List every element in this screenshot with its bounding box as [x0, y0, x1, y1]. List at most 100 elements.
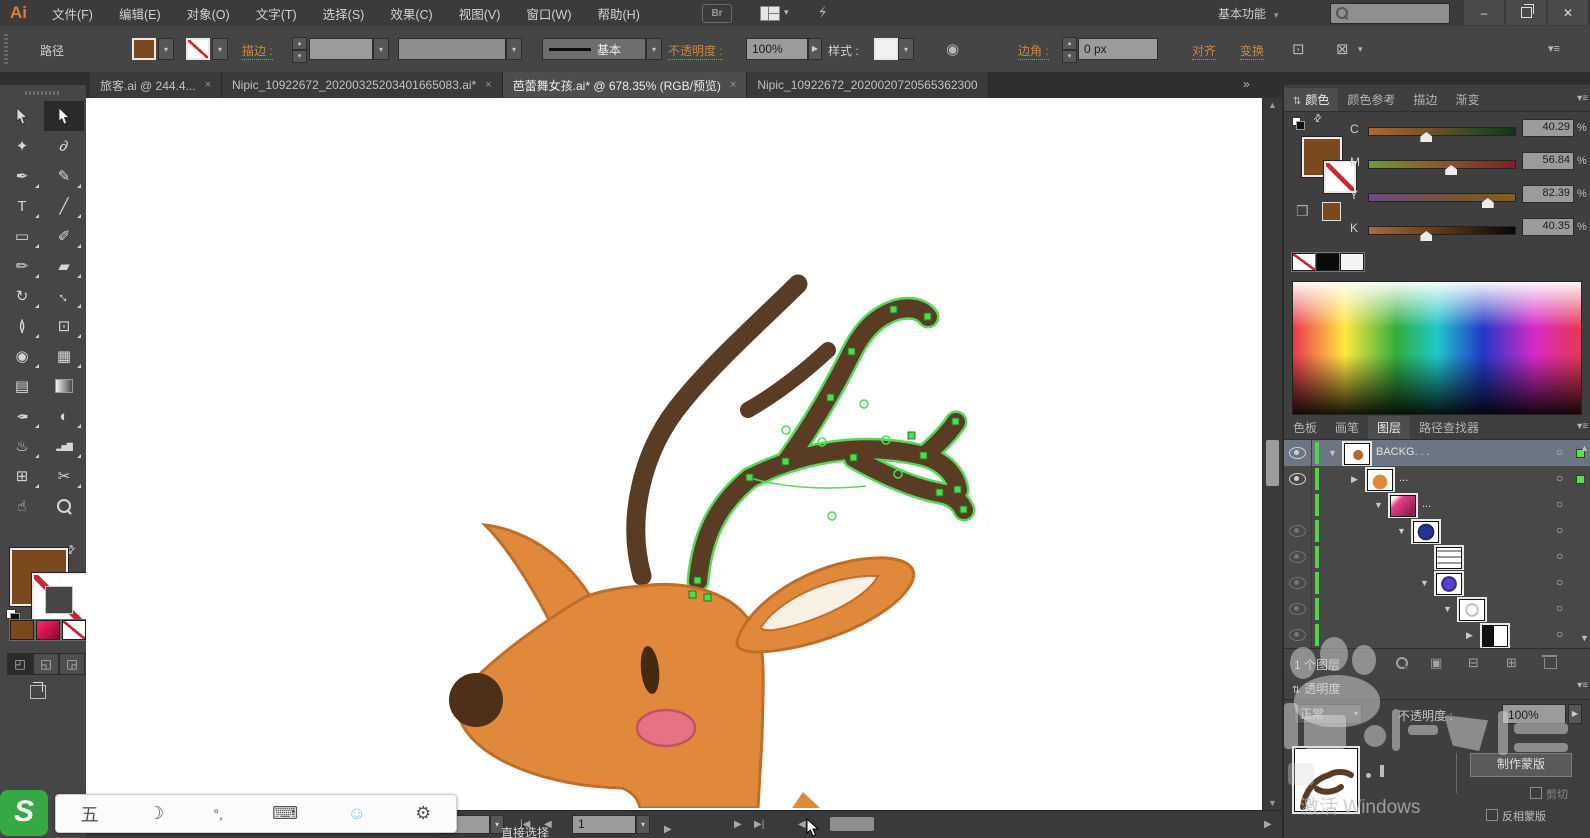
layer-row-3[interactable]: ▼... ○ — [1284, 492, 1590, 519]
slider-track[interactable] — [1368, 193, 1516, 202]
expand-down-icon[interactable]: ▼ — [1374, 500, 1383, 510]
panel-tab-2[interactable]: 画笔 — [1326, 416, 1368, 439]
layer-row-5[interactable]: ○ — [1284, 544, 1590, 571]
document-tab-4[interactable]: Nipic_10922672_2020020720565362300 — [747, 72, 989, 98]
menu-item-5[interactable]: 选择(S) — [323, 4, 365, 23]
color-panel-tab-3[interactable]: 描边 — [1404, 88, 1446, 111]
layer-row-6[interactable]: ▼ ○ — [1284, 570, 1590, 597]
gradient-button[interactable] — [36, 620, 60, 640]
select-similar-icon[interactable]: ⊠ — [1336, 40, 1349, 58]
channel-value-field[interactable]: 56.84 — [1522, 152, 1574, 170]
pencil-tool[interactable]: ✏ — [2, 251, 42, 281]
panel-tab-4[interactable]: 路径查找器 — [1410, 416, 1488, 439]
restore-button[interactable] — [1506, 0, 1546, 25]
horizontal-scroll-thumb[interactable] — [830, 817, 874, 831]
corner-link[interactable]: 边角 : — [1018, 42, 1049, 60]
clip-checkbox[interactable] — [1530, 787, 1542, 799]
artboard-number-field[interactable]: 1 — [572, 815, 636, 834]
draw-normal-icon[interactable]: ◰ — [7, 653, 33, 675]
layer-row-1[interactable]: ▼ BACKG. . . ○ — [1284, 440, 1590, 467]
shape-builder-tool[interactable]: ◉ — [2, 341, 42, 371]
artboard-canvas[interactable] — [86, 98, 1262, 810]
panel-grip[interactable] — [25, 91, 61, 95]
control-panel-menu-icon[interactable]: ▾≡ — [1548, 42, 1560, 55]
visibility-cell[interactable] — [1284, 518, 1312, 544]
eraser-tool[interactable]: ▰ — [44, 251, 84, 281]
layer-name[interactable]: BACKG. . . — [1376, 446, 1430, 458]
recolor-artwork-icon[interactable]: ◉ — [946, 40, 959, 58]
last-artboard-icon[interactable]: ▶| — [754, 819, 764, 830]
vertical-scrollbar[interactable]: ▲ ▼ — [1262, 98, 1283, 810]
target-circle-icon[interactable]: ○ — [1556, 627, 1563, 641]
tab-overflow-icon[interactable]: » — [1243, 77, 1250, 91]
ime-settings-icon[interactable]: ⚙ — [415, 803, 431, 824]
draw-inside-icon[interactable]: ◲ — [59, 653, 85, 675]
menu-item-3[interactable]: 对象(O) — [187, 4, 230, 23]
panel-tab-3[interactable]: 图层 — [1368, 416, 1411, 439]
expand-right-icon[interactable]: ▶ — [1466, 630, 1473, 641]
target-circle-icon[interactable]: ○ — [1556, 445, 1563, 459]
clipping-mask-icon[interactable]: ▣ — [1430, 655, 1442, 671]
select-similar-caret[interactable]: ▾ — [1358, 44, 1363, 55]
fill-color-dropdown[interactable]: ▾ — [158, 38, 174, 60]
opacity-field[interactable]: 100% — [746, 38, 808, 60]
menu-item-8[interactable]: 窗口(W) — [526, 4, 571, 23]
expand-right-icon[interactable]: ▶ — [1351, 474, 1358, 485]
close-button[interactable]: ✕ — [1548, 0, 1588, 25]
gradient-tool[interactable] — [44, 371, 84, 401]
ime-keyboard-icon[interactable]: ⌨ — [272, 803, 298, 824]
paintbrush-tool[interactable]: ✐ — [44, 221, 84, 251]
scroll-up-icon[interactable]: ▲ — [1268, 100, 1277, 110]
opacity-expand-button[interactable]: ▶ — [808, 38, 822, 60]
expand-down-icon[interactable]: ▼ — [1443, 604, 1452, 614]
make-mask-button[interactable]: 制作蒙版 — [1470, 753, 1572, 777]
new-layer-icon[interactable]: ⊞ — [1506, 655, 1517, 671]
graphic-style-swatch[interactable] — [874, 38, 898, 60]
transform-link[interactable]: 变换 — [1240, 42, 1265, 60]
ime-profile-icon[interactable]: ☺ — [347, 803, 365, 824]
transparency-opacity-expand[interactable]: ▶ — [1568, 704, 1582, 724]
type-tool[interactable]: T — [2, 191, 42, 221]
panel-tab-1[interactable]: 色板 — [1284, 416, 1326, 439]
rotate-tool[interactable]: ↻ — [2, 281, 42, 311]
visibility-cell[interactable] — [1284, 596, 1312, 622]
workspace-switcher[interactable]: 基本功能 ▾ — [1218, 5, 1279, 22]
ime-fullhalf-icon[interactable]: ☽ — [148, 803, 164, 824]
lasso-tool[interactable]: ∂ — [44, 131, 84, 161]
visibility-cell[interactable] — [1284, 570, 1312, 596]
layer-thumbnail[interactable] — [1436, 547, 1462, 569]
search-input[interactable] — [1330, 3, 1450, 24]
ime-mode-label[interactable]: 五 — [81, 801, 99, 827]
zoom-tool[interactable] — [44, 491, 84, 521]
layer-thumbnail[interactable] — [1413, 521, 1439, 543]
locate-object-icon[interactable] — [1396, 657, 1408, 669]
perspective-grid-tool[interactable]: ▦ — [44, 341, 84, 371]
line-segment-tool[interactable]: ╱ — [44, 191, 84, 221]
layer-name[interactable]: ... — [1399, 472, 1408, 484]
menu-item-9[interactable]: 帮助(H) — [598, 4, 640, 23]
panel-grip[interactable] — [4, 34, 8, 64]
width-tool[interactable]: ≬ — [2, 311, 42, 341]
color-panel-menu-icon[interactable]: ▾≡ — [1577, 93, 1588, 104]
deer-head[interactable] — [456, 582, 765, 810]
delete-layer-icon[interactable] — [1542, 655, 1557, 669]
stroke-color-dropdown[interactable]: ▾ — [212, 38, 228, 60]
magic-wand-tool[interactable]: ✦ — [2, 131, 42, 161]
selection-tool[interactable] — [2, 101, 42, 131]
document-tab-1[interactable]: 旅客.ai @ 244.4... × — [90, 72, 222, 98]
layer-name[interactable]: ... — [1422, 498, 1431, 510]
expand-down-icon[interactable]: ▼ — [1420, 578, 1429, 588]
stroke-width-stepper[interactable]: ▴ ▾ — [292, 37, 307, 63]
color-spectrum[interactable] — [1292, 281, 1582, 415]
transparency-panel-menu-icon[interactable]: ▾≡ — [1577, 680, 1588, 691]
expand-down-icon[interactable]: ▼ — [1328, 448, 1337, 458]
layer-thumbnail[interactable] — [1436, 573, 1462, 595]
isolate-object-icon[interactable]: ⊡ — [1292, 40, 1305, 58]
next-artboard-icon[interactable]: ▶ — [734, 819, 742, 830]
target-circle-icon[interactable]: ○ — [1556, 497, 1563, 511]
stroke-color-swatch[interactable] — [186, 38, 210, 60]
fill-color-swatch[interactable] — [132, 38, 156, 60]
ime-punctuation-icon[interactable]: °, — [213, 806, 223, 822]
arrange-documents-icon[interactable] — [760, 6, 780, 21]
layers-panel-menu-icon[interactable]: ▾≡ — [1577, 421, 1588, 432]
